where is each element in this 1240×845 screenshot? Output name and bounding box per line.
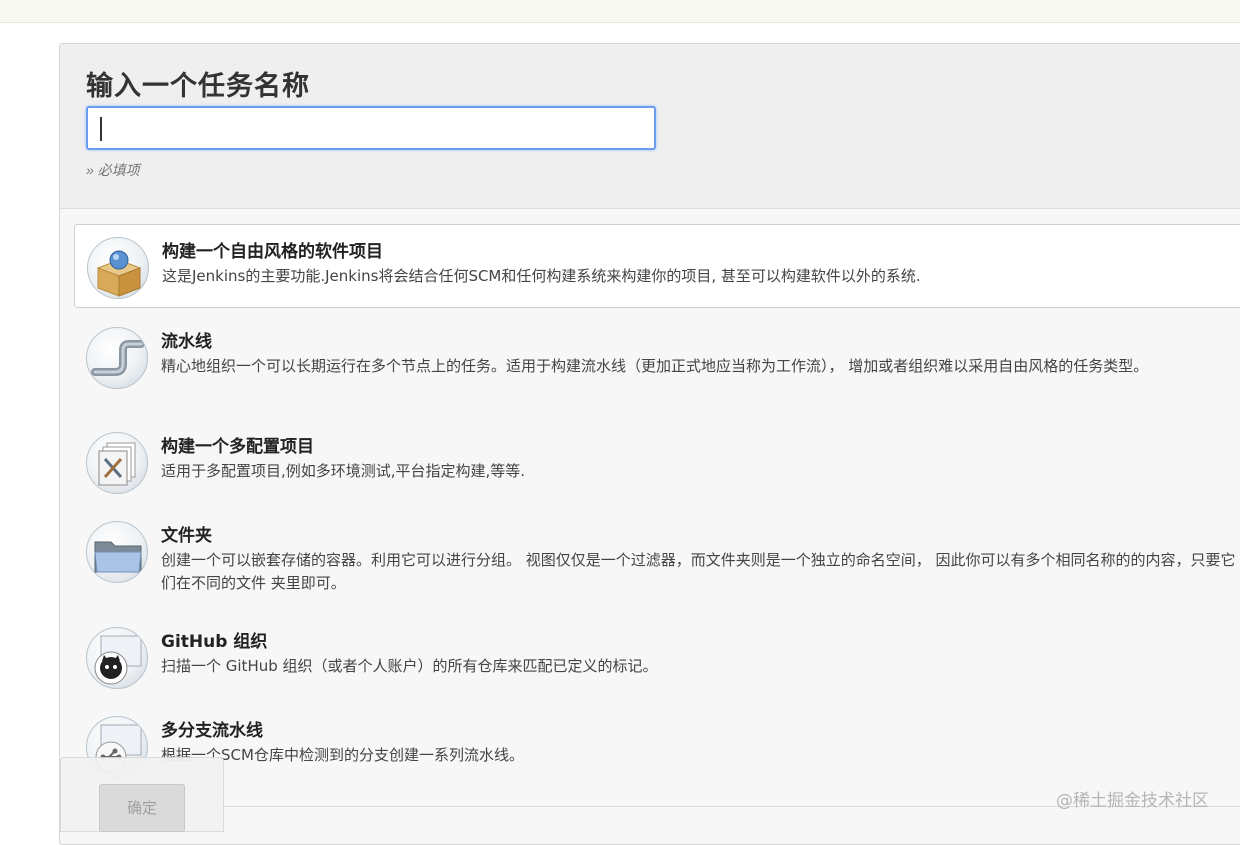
pipeline-icon (86, 327, 148, 389)
item-title: 多分支流水线 (161, 721, 263, 741)
item-type-multi-config[interactable]: 构建一个多配置项目 适用于多配置项目,例如多环境测试,平台指定构建,等等. (74, 420, 1240, 504)
multi-config-icon (86, 432, 148, 494)
item-type-github-org[interactable]: GitHub 组织 扫描一个 GitHub 组织（或者个人账户）的所有仓库来匹配… (74, 615, 1240, 699)
new-item-panel: 输入一个任务名称 » 必填项 构建一个自由风格的软件项目 这是Jenkins的主… (59, 43, 1240, 845)
required-hint: » 必填项 (86, 162, 140, 178)
item-title: 流水线 (161, 332, 212, 352)
item-title: 构建一个自由风格的软件项目 (162, 242, 383, 262)
item-title: 文件夹 (161, 526, 212, 546)
github-org-icon (86, 627, 148, 689)
item-title: GitHub 组织 (161, 632, 268, 652)
item-type-pipeline[interactable]: 流水线 精心地组织一个可以长期运行在多个节点上的任务。适用于构建流水线（更加正式… (74, 315, 1240, 399)
text-caret (100, 117, 102, 141)
item-type-folder[interactable]: 文件夹 创建一个可以嵌套存储的容器。利用它可以进行分组。 视图仅仅是一个过滤器，… (74, 509, 1240, 593)
ok-button[interactable]: 确定 (99, 784, 185, 832)
item-description: 根据一个SCM仓库中检测到的分支创建一系列流水线。 (161, 746, 524, 764)
item-name-input[interactable] (86, 106, 656, 150)
item-title: 构建一个多配置项目 (161, 437, 314, 457)
item-description: 这是Jenkins的主要功能.Jenkins将会结合任何SCM和任何构建系统来构… (162, 267, 921, 285)
item-type-freestyle[interactable]: 构建一个自由风格的软件项目 这是Jenkins的主要功能.Jenkins将会结合… (74, 224, 1240, 308)
item-name-section: 输入一个任务名称 » 必填项 (60, 44, 1240, 209)
item-description: 精心地组织一个可以长期运行在多个节点上的任务。适用于构建流水线（更加正式地应当称… (161, 357, 1149, 375)
bottom-button-bar: 确定 (60, 757, 224, 832)
item-description: 创建一个可以嵌套存储的容器。利用它可以进行分组。 视图仅仅是一个过滤器，而文件夹… (161, 551, 1236, 592)
folder-icon (86, 521, 148, 583)
item-type-multibranch[interactable]: 多分支流水线 根据一个SCM仓库中检测到的分支创建一系列流水线。 (74, 704, 1240, 788)
freestyle-box-icon (87, 237, 149, 299)
item-name-heading: 输入一个任务名称 (86, 71, 310, 102)
item-description: 扫描一个 GitHub 组织（或者个人账户）的所有仓库来匹配已定义的标记。 (161, 657, 658, 675)
watermark-text: @稀土掘金技术社区 (1056, 791, 1209, 811)
top-header-bar (0, 0, 1240, 23)
item-description: 适用于多配置项目,例如多环境测试,平台指定构建,等等. (161, 462, 526, 480)
